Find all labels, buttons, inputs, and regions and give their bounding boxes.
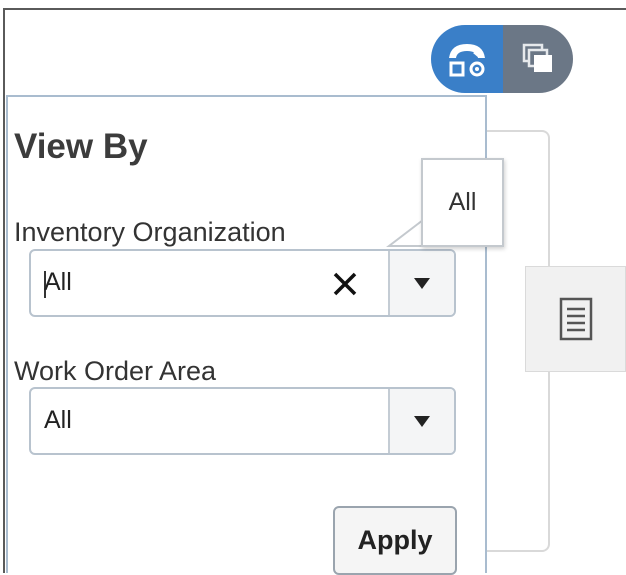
- popup-title: View By: [14, 127, 148, 166]
- inventory-organization-dropdown-button[interactable]: [388, 251, 454, 315]
- inventory-organization-label: Inventory Organization: [14, 217, 286, 247]
- graph-view-icon: [449, 44, 485, 77]
- view-by-popup: View By Inventory Organization All Work …: [6, 95, 487, 575]
- value-tooltip: All: [421, 158, 504, 247]
- tooltip-pointer: [386, 219, 424, 247]
- inventory-organization-select[interactable]: All: [29, 249, 456, 317]
- tooltip-text: All: [448, 188, 477, 216]
- work-order-area-select[interactable]: All: [29, 387, 456, 455]
- table-view-icon: [522, 43, 552, 72]
- clear-icon[interactable]: [328, 267, 362, 301]
- chevron-down-icon: [414, 277, 430, 289]
- report-document-icon: [559, 297, 592, 341]
- apply-button[interactable]: Apply: [333, 506, 457, 575]
- chevron-down-icon: [414, 415, 430, 427]
- report-tile[interactable]: [525, 266, 626, 372]
- work-order-area-value[interactable]: All: [44, 406, 72, 435]
- inventory-organization-value[interactable]: All: [44, 268, 72, 297]
- graph-view-button[interactable]: [431, 25, 503, 93]
- work-order-area-label: Work Order Area: [14, 356, 217, 386]
- view-toggle: [431, 25, 573, 93]
- table-view-button[interactable]: [503, 25, 573, 93]
- work-order-area-dropdown-button[interactable]: [388, 389, 454, 453]
